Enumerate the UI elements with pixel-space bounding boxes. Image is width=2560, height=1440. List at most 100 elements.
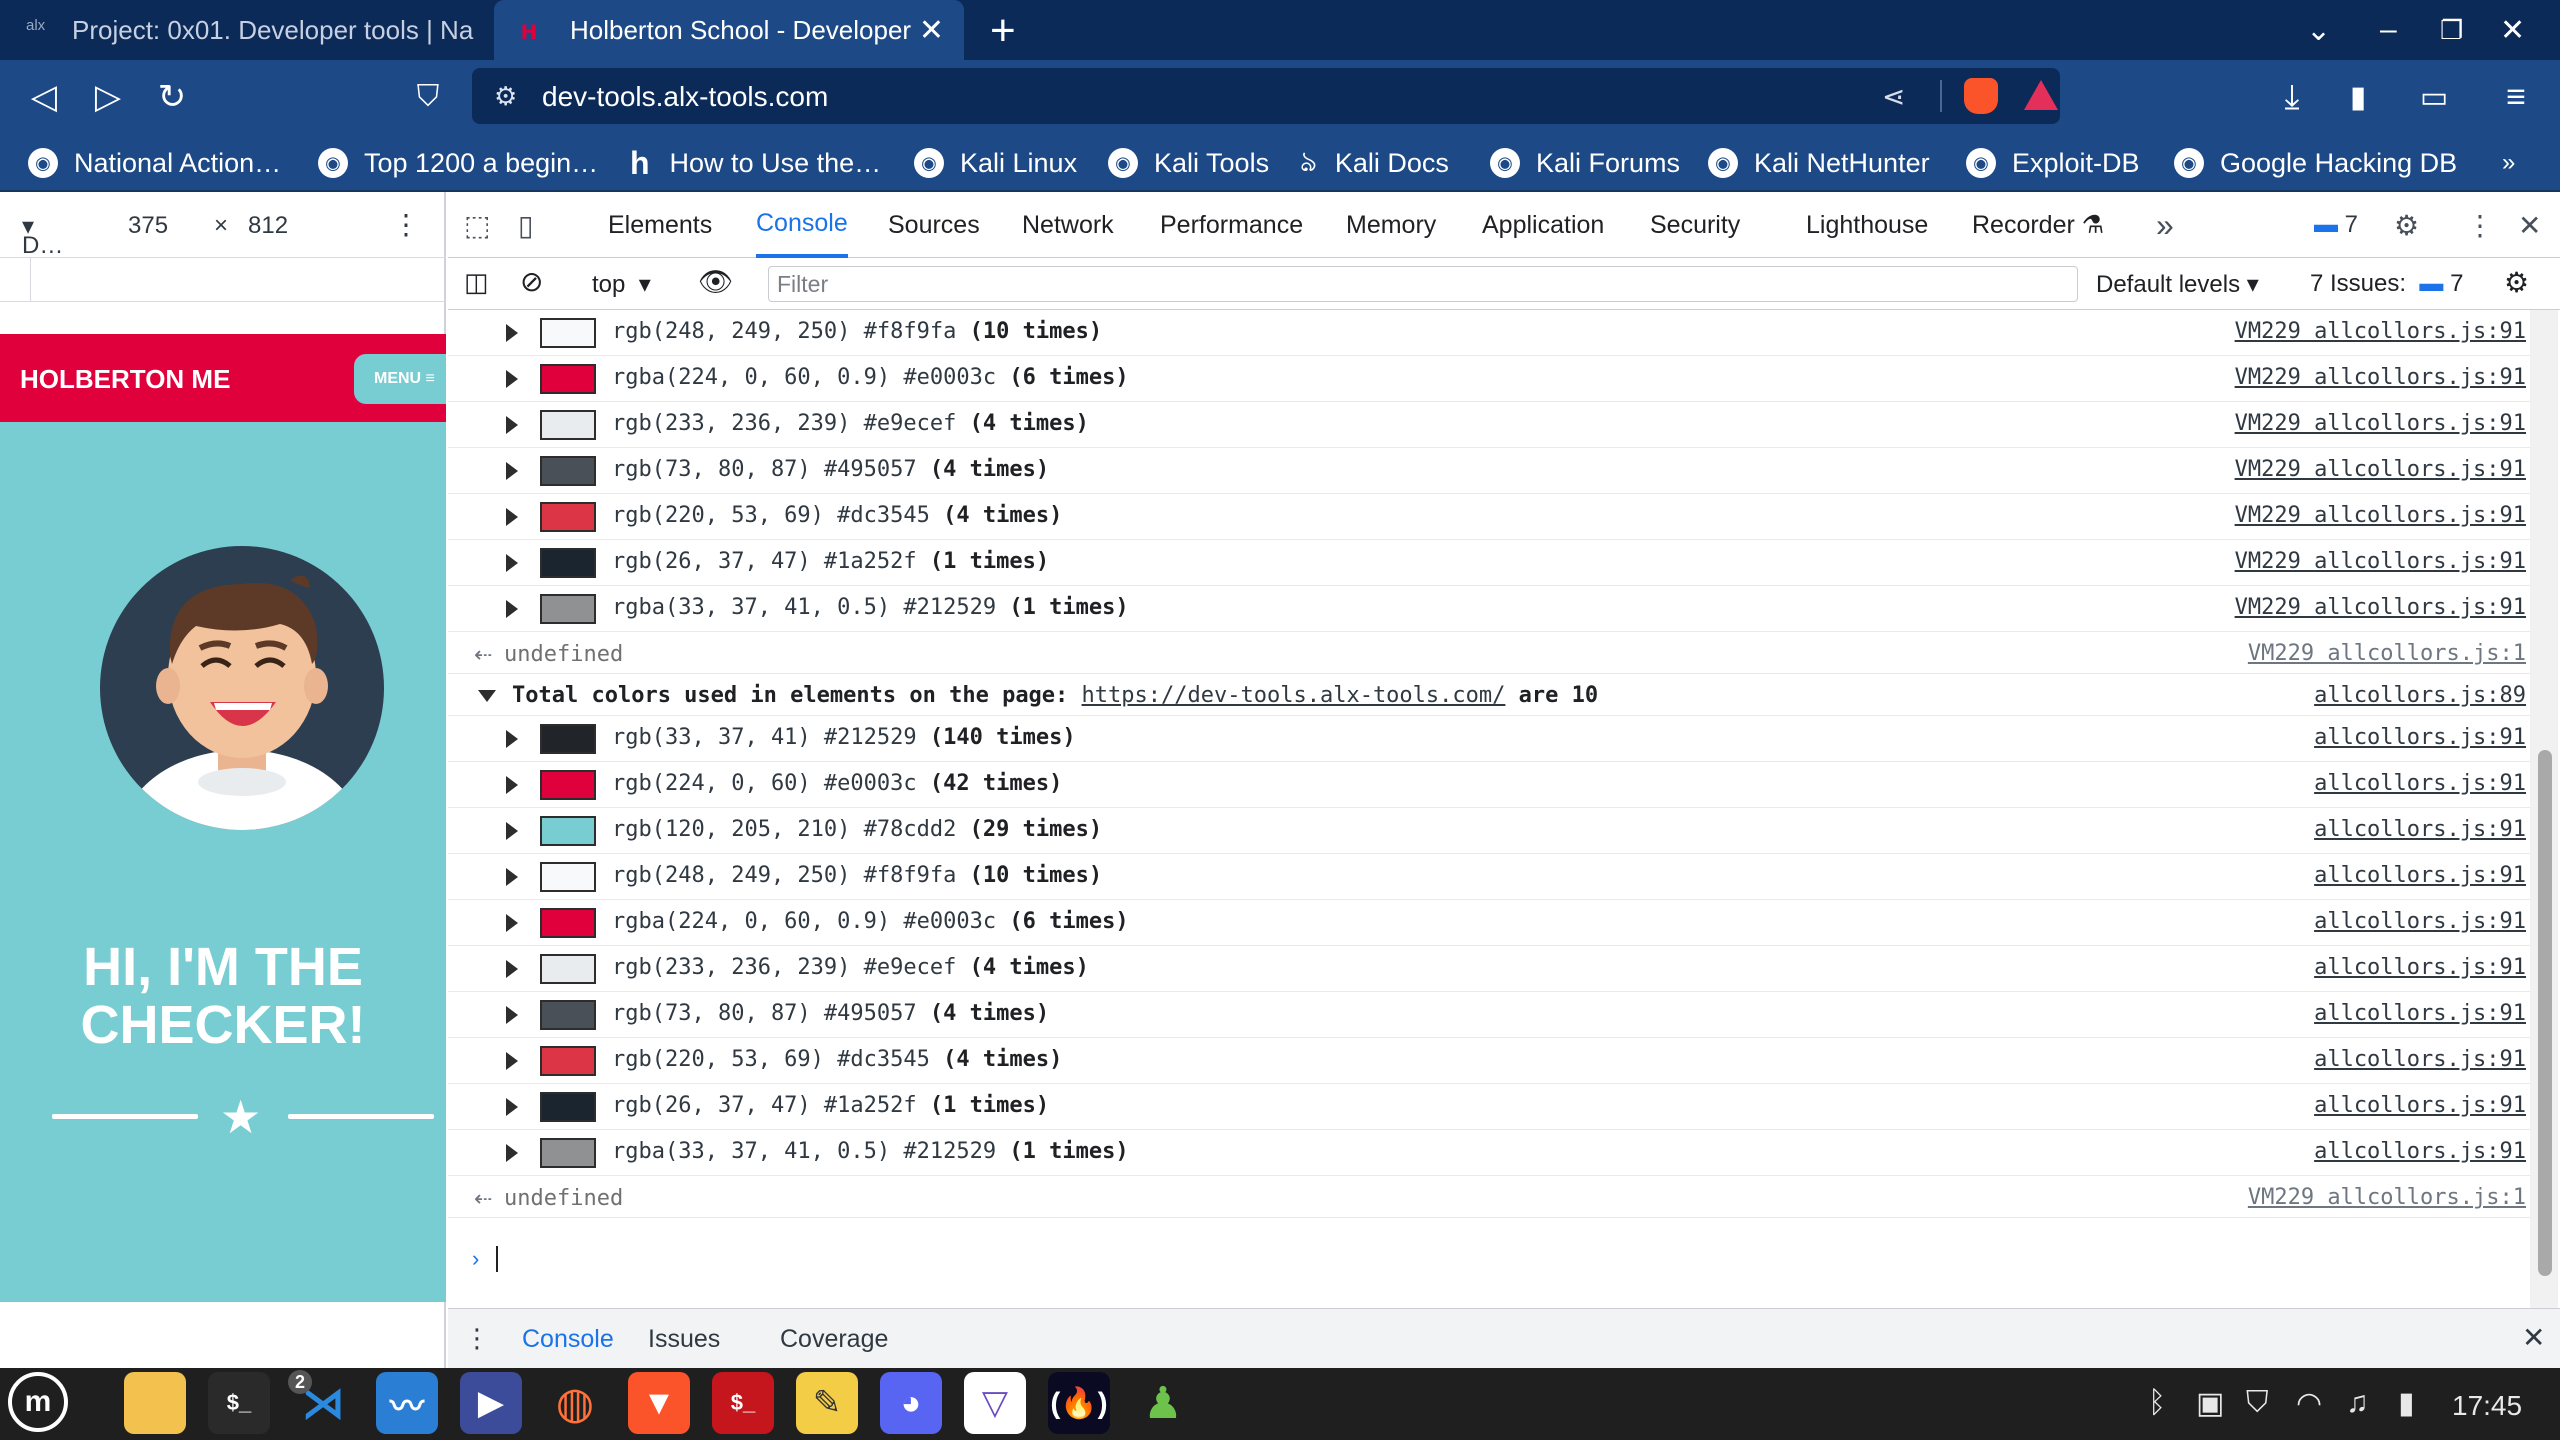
sidebar-icon[interactable]: ▮: [2336, 60, 2380, 134]
expand-arrow-icon[interactable]: [506, 462, 518, 480]
wifi-icon[interactable]: ◠: [2296, 1386, 2322, 1421]
expand-arrow-icon[interactable]: [506, 914, 518, 932]
source-link[interactable]: allcollors.js:91: [2314, 955, 2526, 980]
system-monitor-icon[interactable]: 〰: [376, 1372, 438, 1434]
device-width[interactable]: 375: [128, 212, 168, 240]
notes-icon[interactable]: ✎: [796, 1372, 858, 1434]
source-link[interactable]: allcollors.js:91: [2314, 1093, 2526, 1118]
window-close-icon[interactable]: ✕: [2500, 0, 2525, 60]
battery-icon[interactable]: ▮: [2398, 1386, 2415, 1421]
tab-security[interactable]: Security: [1650, 192, 1740, 258]
sound-icon[interactable]: ♫: [2346, 1386, 2369, 1420]
bookmark-kali-linux[interactable]: ◉ Kali Linux: [914, 134, 1077, 192]
brave-shields-icon[interactable]: [1964, 78, 1998, 114]
device-toggle-icon[interactable]: ▯: [518, 192, 533, 258]
expand-arrow-icon[interactable]: [506, 1052, 518, 1070]
console-row[interactable]: rgb(233, 236, 239) #e9ecef (4 times) VM22…: [448, 402, 2530, 448]
drawer-tab-console[interactable]: Console: [522, 1325, 614, 1354]
device-more-icon[interactable]: ⋮: [392, 208, 420, 241]
expand-arrow-icon[interactable]: [506, 1098, 518, 1116]
minimize-icon[interactable]: –: [2380, 0, 2397, 60]
console-settings-icon[interactable]: ⚙: [2504, 266, 2529, 299]
console-row[interactable]: rgb(220, 53, 69) #dc3545 (4 times) allcol…: [448, 1038, 2530, 1084]
sidebar-toggle-icon[interactable]: ◫: [464, 267, 489, 298]
console-row[interactable]: rgba(33, 37, 41, 0.5) #212529 (1 times) V…: [448, 586, 2530, 632]
filter-input[interactable]: Filter: [768, 266, 2078, 302]
source-link[interactable]: VM229 allcollors.js:91: [2235, 549, 2526, 574]
expand-arrow-icon[interactable]: [506, 324, 518, 342]
messages-badge[interactable]: ▬ 7: [2314, 192, 2358, 258]
bookmark-kali-tools[interactable]: ◉ Kali Tools: [1108, 134, 1269, 192]
drawer-tab-coverage[interactable]: Coverage: [780, 1325, 888, 1354]
bookmark-icon[interactable]: ⛉: [408, 60, 448, 134]
chess-icon[interactable]: ♟: [1132, 1372, 1194, 1434]
expand-arrow-icon[interactable]: [506, 370, 518, 388]
downloads-icon[interactable]: ⤓: [2270, 60, 2314, 134]
source-link[interactable]: VM229 allcollors.js:91: [2235, 365, 2526, 390]
bookmark-how-to-use[interactable]: h How to Use the…: [630, 134, 881, 192]
console-row[interactable]: rgb(220, 53, 69) #dc3545 (4 times) VM229 …: [448, 494, 2530, 540]
collapse-arrow-icon[interactable]: [478, 690, 496, 702]
bookmark-national-action[interactable]: ◉ National Action…: [28, 134, 281, 192]
devtools-close-icon[interactable]: ✕: [2518, 192, 2541, 258]
clock[interactable]: 17:45: [2452, 1390, 2522, 1422]
console-row[interactable]: rgb(233, 236, 239) #e9ecef (4 times) allc…: [448, 946, 2530, 992]
source-link[interactable]: allcollors.js:91: [2314, 863, 2526, 888]
console-row[interactable]: rgba(224, 0, 60, 0.9) #e0003c (6 times) a…: [448, 900, 2530, 946]
console-row[interactable]: rgb(26, 37, 47) #1a252f (1 times) VM229 a…: [448, 540, 2530, 586]
drawer-menu-icon[interactable]: ⋮: [464, 1323, 490, 1354]
device-height[interactable]: 812: [248, 212, 288, 240]
levels-select[interactable]: Default levels ▾: [2096, 270, 2259, 299]
tab-sources[interactable]: Sources: [888, 192, 980, 258]
console-scrollbar[interactable]: [2530, 310, 2558, 1308]
tab-recorder[interactable]: Recorder ⚗: [1972, 192, 2104, 258]
expand-arrow-icon[interactable]: [506, 960, 518, 978]
bookmark-google-hacking-db[interactable]: ◉ Google Hacking DB: [2174, 134, 2457, 192]
tab-list-chevron-icon[interactable]: ⌄: [2306, 0, 2331, 60]
clipboard-icon[interactable]: ▣: [2196, 1386, 2224, 1421]
share-icon[interactable]: ⋖: [1882, 80, 1905, 113]
tab-network[interactable]: Network: [1022, 192, 1114, 258]
expand-arrow-icon[interactable]: [506, 730, 518, 748]
tab-elements[interactable]: Elements: [608, 192, 712, 258]
console-row[interactable]: rgba(33, 37, 41, 0.5) #212529 (1 times) a…: [448, 1130, 2530, 1176]
tab-performance[interactable]: Performance: [1160, 192, 1303, 258]
source-link[interactable]: VM229 allcollors.js:91: [2235, 503, 2526, 528]
url-text[interactable]: dev-tools.alx-tools.com: [542, 81, 828, 113]
console-row[interactable]: rgb(73, 80, 87) #495057 (4 times) VM229 a…: [448, 448, 2530, 494]
tab-application[interactable]: Application: [1482, 192, 1604, 258]
expand-arrow-icon[interactable]: [506, 868, 518, 886]
source-link[interactable]: VM229 allcollors.js:91: [2235, 319, 2526, 344]
console-row[interactable]: rgb(33, 37, 41) #212529 (140 times) allco…: [448, 716, 2530, 762]
console-row[interactable]: rgb(248, 249, 250) #f8f9fa (10 times) all…: [448, 854, 2530, 900]
page-url-link[interactable]: https://dev-tools.alx-tools.com/: [1082, 683, 1506, 708]
mint-menu-icon[interactable]: m: [8, 1372, 68, 1432]
bookmark-exploit-db[interactable]: ◉ Exploit-DB: [1966, 134, 2140, 192]
media-player-icon[interactable]: ▶: [460, 1372, 522, 1434]
filezilla-icon[interactable]: $_: [712, 1372, 774, 1434]
source-link[interactable]: allcollors.js:89: [2314, 683, 2526, 708]
vscode-icon[interactable]: ⋊ 2: [288, 1370, 354, 1434]
console-row[interactable]: rgb(248, 249, 250) #f8f9fa (10 times) VM2…: [448, 310, 2530, 356]
source-link[interactable]: allcollors.js:91: [2314, 909, 2526, 934]
bookmark-kali-forums[interactable]: ◉ Kali Forums: [1490, 134, 1680, 192]
source-link[interactable]: allcollors.js:91: [2314, 1047, 2526, 1072]
issues-button[interactable]: 7 Issues: ▬ 7: [2310, 270, 2463, 298]
console-row[interactable]: rgb(224, 0, 60) #e0003c (42 times) allcol…: [448, 762, 2530, 808]
devtools-more-icon[interactable]: ⋮: [2466, 192, 2494, 258]
back-icon[interactable]: ◁: [24, 60, 64, 134]
proton-vpn-icon[interactable]: ▽: [964, 1372, 1026, 1434]
device-select[interactable]: D… ▾: [22, 212, 63, 259]
drawer-tab-issues[interactable]: Issues: [648, 1325, 720, 1354]
forward-icon[interactable]: ▷: [88, 60, 128, 134]
expand-arrow-icon[interactable]: [506, 554, 518, 572]
expand-arrow-icon[interactable]: [506, 508, 518, 526]
source-link[interactable]: allcollors.js:91: [2314, 1139, 2526, 1164]
source-link[interactable]: VM229 allcollors.js:91: [2235, 411, 2526, 436]
clear-console-icon[interactable]: ⊘: [520, 265, 543, 298]
tab-lighthouse[interactable]: Lighthouse: [1806, 192, 1928, 258]
wallet-icon[interactable]: ▭: [2410, 60, 2458, 134]
bookmark-top-1200[interactable]: ◉ Top 1200 a begin…: [318, 134, 598, 192]
firefox-icon[interactable]: ◍: [544, 1372, 606, 1434]
expand-arrow-icon[interactable]: [506, 600, 518, 618]
